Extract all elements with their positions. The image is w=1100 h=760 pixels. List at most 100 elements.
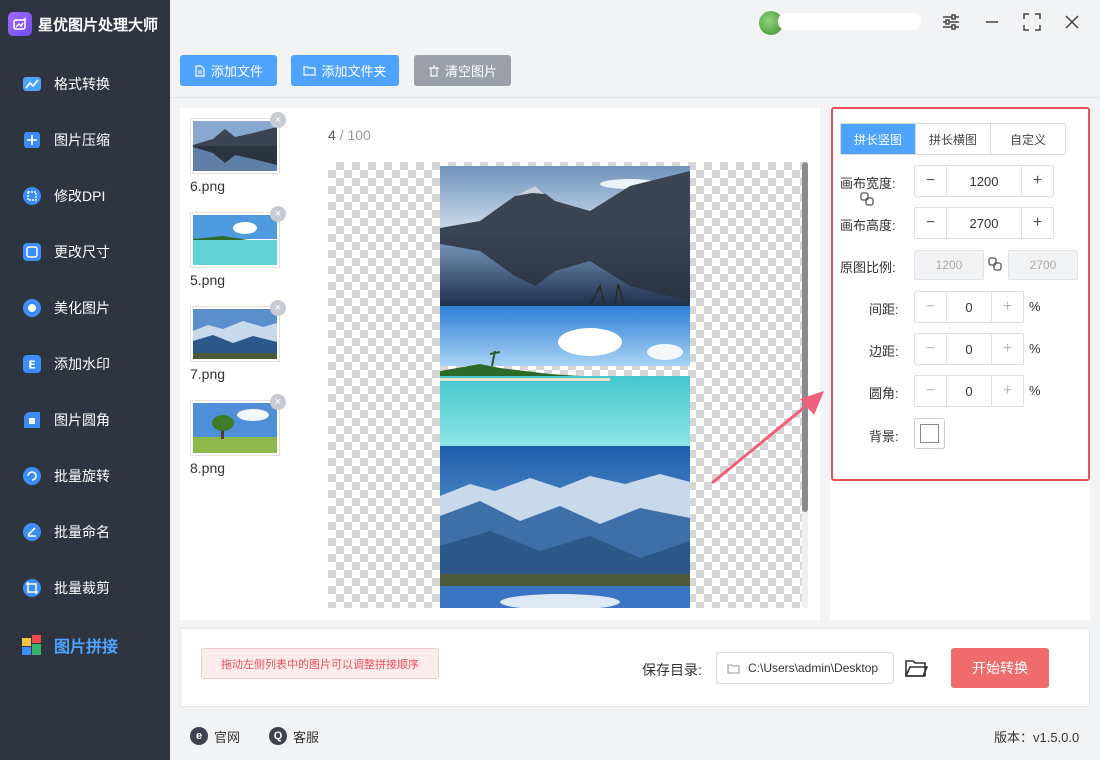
sidebar-item-stitch[interactable]: 图片拼接: [0, 623, 170, 667]
sidebar-item-label: 添加水印: [54, 356, 110, 372]
margin-decrease-button[interactable]: −: [915, 334, 947, 364]
margin-increase-button[interactable]: +: [991, 334, 1023, 364]
page-separator: /: [335, 127, 348, 143]
file-thumbnail[interactable]: 7.png ×: [190, 300, 286, 382]
folder-small-icon: [727, 663, 740, 674]
sidebar-item-format-convert[interactable]: 格式转换: [0, 62, 170, 106]
sidebar-item-rename[interactable]: 批量命名: [0, 510, 170, 554]
preview-panel: 6.png × 5.png × 7.png × 8.png × 4 / 100: [180, 108, 820, 620]
margin-input[interactable]: 0: [947, 334, 991, 364]
sidebar-item-crop[interactable]: 批量裁剪: [0, 566, 170, 610]
background-color-picker[interactable]: [914, 418, 945, 449]
remove-file-icon[interactable]: ×: [270, 394, 286, 410]
maximize-icon[interactable]: [1020, 10, 1044, 34]
remove-file-icon[interactable]: ×: [270, 112, 286, 128]
canvas-width-label: 画布宽度:: [840, 176, 896, 191]
stitch-mode-tabs: 拼长竖图 拼长横图 自定义: [840, 123, 1066, 155]
minimize-icon[interactable]: [980, 10, 1004, 34]
link-icon[interactable]: [860, 192, 874, 206]
sidebar-item-resize[interactable]: 更改尺寸: [0, 230, 170, 274]
background-color-swatch: [920, 424, 939, 443]
settings-sliders-icon[interactable]: [939, 10, 963, 34]
remove-file-icon[interactable]: ×: [270, 206, 286, 222]
tab-vertical[interactable]: 拼长竖图: [841, 124, 916, 154]
support-label: 客服: [293, 729, 320, 745]
sidebar-item-label: 格式转换: [54, 76, 110, 92]
sidebar-item-compress[interactable]: 图片压缩: [0, 118, 170, 162]
canvas-width-decrease-button[interactable]: −: [915, 166, 947, 196]
remove-file-icon[interactable]: ×: [270, 300, 286, 316]
sidebar-item-label: 图片圆角: [54, 412, 110, 428]
magic-wand-icon: [8, 12, 32, 36]
sidebar-item-rotate[interactable]: 批量旋转: [0, 454, 170, 498]
rotate-icon: [20, 464, 44, 488]
thumbnail-image: [190, 212, 280, 268]
folder-icon: [303, 66, 317, 76]
sidebar-item-label: 批量旋转: [54, 468, 110, 484]
canvas-height-decrease-button[interactable]: −: [915, 208, 947, 238]
dpi-icon: [20, 184, 44, 208]
website-label: 官网: [214, 729, 241, 745]
thumbnail-image: [190, 306, 280, 362]
add-file-button[interactable]: 添加文件: [180, 55, 277, 86]
canvas-height-label: 画布高度:: [840, 218, 896, 233]
watermark-icon: E: [20, 352, 44, 376]
aspect-ratio-label: 原图比例:: [840, 260, 896, 275]
radius-decrease-button[interactable]: −: [915, 376, 947, 406]
sidebar-item-round-corner[interactable]: 图片圆角: [0, 398, 170, 442]
ratio-width-field: 1200: [914, 250, 984, 280]
spacing-decrease-button[interactable]: −: [915, 292, 947, 322]
spacing-increase-button[interactable]: +: [991, 292, 1023, 322]
support-link[interactable]: Q 客服: [269, 725, 319, 747]
crop-icon: [20, 576, 44, 600]
margin-percent: %: [1029, 341, 1041, 356]
close-icon[interactable]: [1060, 10, 1084, 34]
file-thumbnail[interactable]: 6.png ×: [190, 112, 286, 194]
save-path-input[interactable]: C:\Users\admin\Desktop: [716, 652, 894, 684]
radius-increase-button[interactable]: +: [991, 376, 1023, 406]
ratio-link-icon[interactable]: [988, 257, 1002, 271]
canvas-width-input[interactable]: 1200: [947, 166, 1021, 196]
spacing-label: 间距:: [869, 302, 899, 317]
canvas-height-input[interactable]: 2700: [947, 208, 1021, 238]
version-label: 版本：v1.5.0.0: [994, 730, 1080, 745]
save-directory-label: 保存目录:: [642, 662, 702, 678]
add-file-label: 添加文件: [210, 64, 263, 79]
sidebar-item-label: 图片拼接: [54, 639, 119, 656]
add-folder-button[interactable]: 添加文件夹: [291, 55, 399, 86]
tab-custom[interactable]: 自定义: [991, 124, 1065, 154]
radius-label: 圆角:: [869, 386, 899, 401]
page-current: 4: [328, 127, 336, 143]
file-icon: [195, 64, 205, 77]
clear-images-button[interactable]: 清空图片: [414, 55, 511, 86]
sidebar-item-label: 批量命名: [54, 524, 110, 540]
annotation-arrow: [711, 391, 824, 485]
spacing-input[interactable]: 0: [947, 292, 991, 322]
stitched-image: [440, 166, 690, 608]
app-title-bar: 星优图片处理大师: [0, 0, 170, 48]
tab-horizontal[interactable]: 拼长横图: [916, 124, 991, 154]
sidebar-item-dpi[interactable]: 修改DPI: [0, 174, 170, 218]
sidebar-item-label: 美化图片: [54, 300, 110, 316]
start-convert-button[interactable]: 开始转换: [951, 648, 1049, 688]
sidebar-item-label: 更改尺寸: [54, 244, 110, 260]
website-link[interactable]: e 官网: [190, 725, 240, 747]
stitch-icon: [20, 633, 44, 657]
website-icon: e: [190, 727, 208, 745]
app-name: 星优图片处理大师: [38, 16, 159, 34]
canvas-width-increase-button[interactable]: +: [1021, 166, 1053, 196]
page-total: 100: [347, 127, 371, 143]
margin-label: 边距:: [869, 344, 899, 359]
resize-icon: [20, 240, 44, 264]
canvas-height-increase-button[interactable]: +: [1021, 208, 1053, 238]
browse-folder-icon[interactable]: [904, 657, 928, 679]
rename-icon: [20, 520, 44, 544]
format-convert-icon: [20, 72, 44, 96]
file-thumbnail[interactable]: 8.png ×: [190, 394, 286, 476]
sidebar-item-watermark[interactable]: E 添加水印: [0, 342, 170, 386]
radius-input[interactable]: 0: [947, 376, 991, 406]
file-name: 7.png: [190, 366, 226, 382]
file-thumbnail[interactable]: 5.png ×: [190, 206, 286, 288]
round-corner-icon: [20, 408, 44, 432]
sidebar-item-beautify[interactable]: 美化图片: [0, 286, 170, 330]
